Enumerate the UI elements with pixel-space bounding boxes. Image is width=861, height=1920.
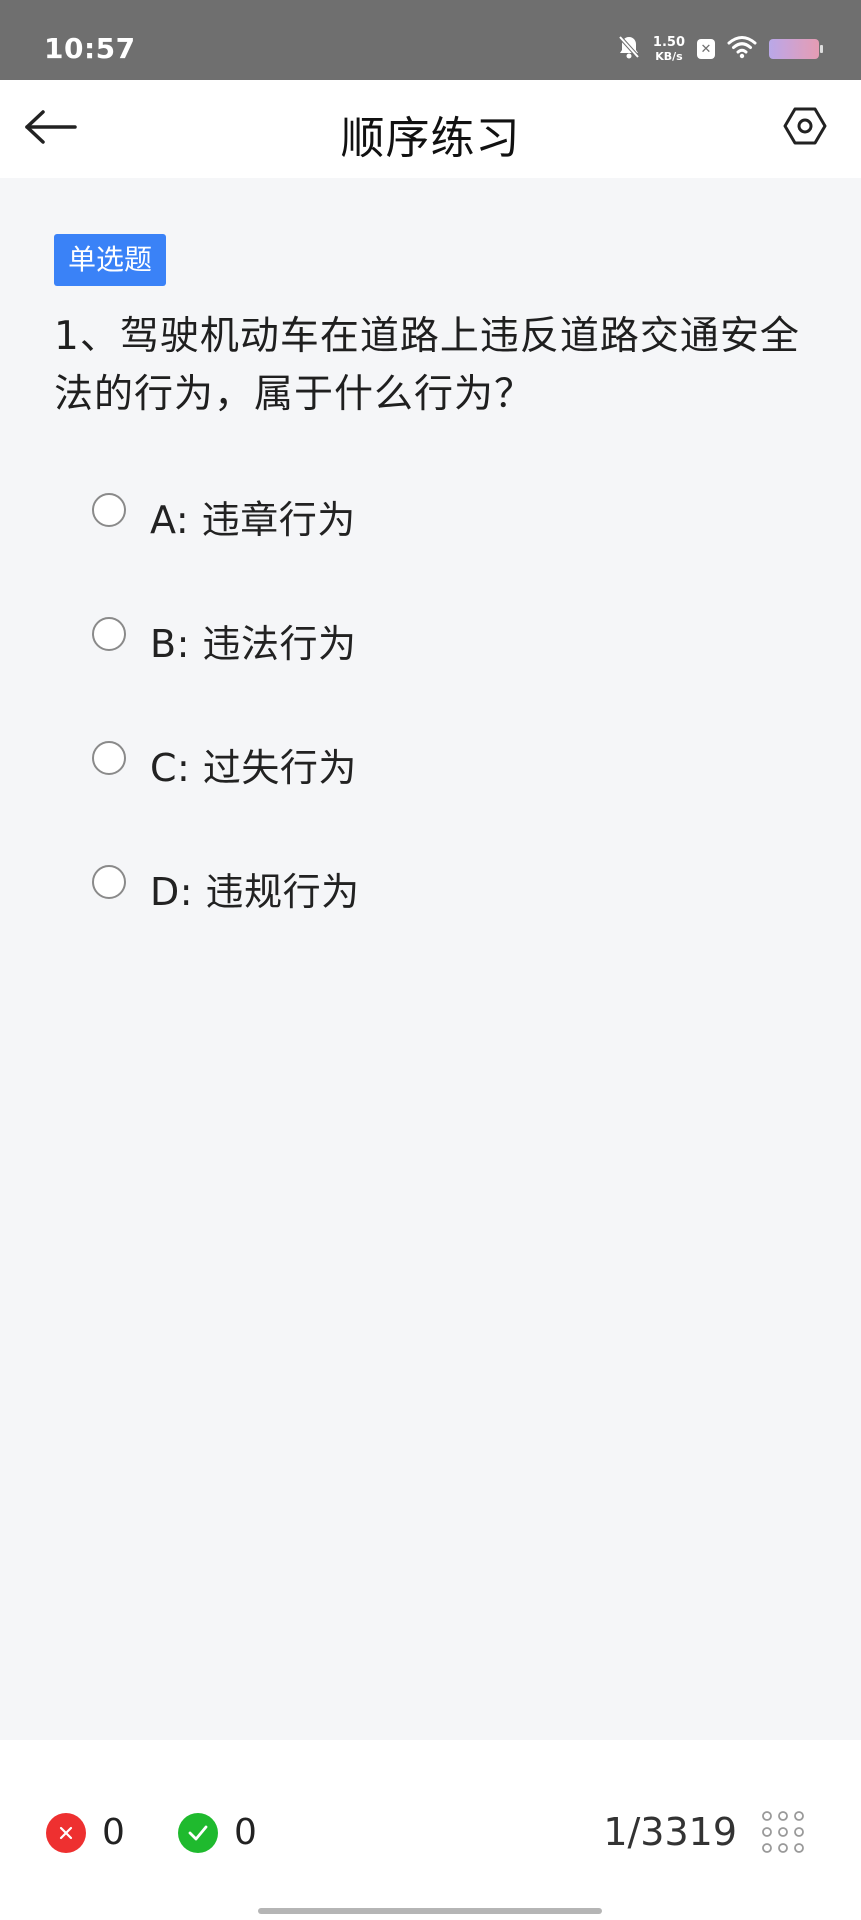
option-c[interactable]: C: 过失行为	[92, 734, 692, 794]
question-body: 驾驶机动车在道路上违反道路交通安全法的行为，属于什么行为？	[54, 314, 800, 417]
home-indicator[interactable]	[258, 1908, 602, 1914]
radio-b[interactable]	[92, 617, 126, 651]
check-icon	[178, 1812, 218, 1853]
close-icon	[46, 1812, 86, 1853]
net-speed-value: 1.50	[652, 35, 685, 50]
settings-hex-icon	[783, 106, 827, 150]
question-number: 1、	[54, 314, 120, 359]
wifi-icon	[727, 35, 757, 63]
option-d[interactable]: D: 违规行为	[92, 858, 692, 918]
option-c-label: C: 过失行为	[150, 745, 357, 790]
right-count: 0	[234, 1812, 257, 1853]
option-d-label: D: 违规行为	[150, 869, 360, 914]
option-b-label: B: 违法行为	[150, 621, 357, 666]
option-b[interactable]: B: 违法行为	[92, 610, 692, 670]
footer-bar: 0 0 1/3319	[0, 1740, 861, 1920]
net-speed-unit: KB/s	[655, 50, 683, 63]
wrong-count-indicator[interactable]: 0	[46, 1812, 125, 1853]
question-text: 1、驾驶机动车在道路上违反道路交通安全法的行为，属于什么行为？	[54, 308, 814, 424]
radio-d[interactable]	[92, 865, 126, 899]
wrong-count: 0	[102, 1812, 125, 1853]
bell-off-icon	[617, 34, 641, 64]
settings-button[interactable]	[781, 104, 829, 152]
question-type-badge: 单选题	[54, 234, 167, 286]
close-box-icon: ✕	[697, 39, 715, 59]
net-speed: 1.50 KB/s	[653, 36, 685, 62]
battery-icon	[769, 39, 823, 59]
radio-c[interactable]	[92, 741, 126, 775]
right-count-indicator[interactable]: 0	[178, 1812, 257, 1853]
question-progress: 1/3319	[603, 1810, 737, 1854]
page-title: 顺序练习	[340, 113, 521, 164]
status-time: 10:57	[44, 32, 136, 65]
option-a[interactable]: A: 违章行为	[92, 486, 692, 546]
radio-a[interactable]	[92, 493, 126, 527]
grid-dots-icon	[761, 1811, 805, 1858]
question-grid-button[interactable]	[761, 1810, 805, 1854]
option-a-label: A: 违章行为	[150, 497, 356, 542]
status-bar: 10:57 1.50 KB/s ✕	[0, 0, 861, 80]
app-header: 顺序练习	[0, 80, 861, 178]
status-icons: 1.50 KB/s ✕	[617, 34, 823, 64]
